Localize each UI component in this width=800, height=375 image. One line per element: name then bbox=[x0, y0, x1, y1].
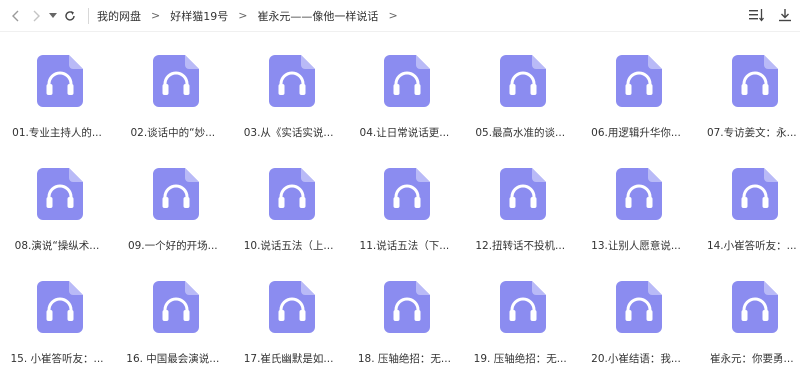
audio-file-icon bbox=[384, 281, 431, 333]
file-item[interactable]: 17.崔氏幽默是如... bbox=[237, 267, 341, 375]
file-item[interactable]: 18. 压轴绝招：无... bbox=[352, 267, 456, 375]
file-item[interactable]: 08.演说“操纵术... bbox=[5, 154, 109, 262]
file-item[interactable]: 12.扭转话不投机... bbox=[468, 154, 572, 262]
audio-file-icon bbox=[152, 55, 199, 107]
audio-file-icon bbox=[731, 281, 778, 333]
file-item[interactable]: 05.最高水准的谈... bbox=[468, 41, 572, 149]
download-button[interactable] bbox=[776, 6, 794, 24]
breadcrumb-separator: > bbox=[238, 9, 248, 22]
sort-icon bbox=[749, 9, 765, 22]
toolbar-divider bbox=[88, 7, 89, 24]
audio-file-icon bbox=[152, 168, 199, 220]
file-item[interactable]: 06.用逻辑升华你... bbox=[584, 41, 688, 149]
history-dropdown-button[interactable] bbox=[46, 6, 60, 26]
breadcrumb-separator: > bbox=[388, 9, 398, 22]
file-name: 13.让别人愿意说... bbox=[591, 240, 681, 252]
file-item[interactable]: 崔永元：你要勇... bbox=[700, 267, 800, 375]
audio-file-icon bbox=[731, 168, 778, 220]
audio-file-icon bbox=[616, 281, 662, 333]
file-grid: 01.专业主持人的... 02.谈话中的“妙... 03.从《实话实说... 04.让… bbox=[0, 36, 800, 367]
toolbar: 我的网盘 > 好样猫19号 > 崔永元——像他一样说话 > bbox=[0, 0, 800, 32]
download-icon bbox=[779, 9, 791, 22]
audio-file-icon bbox=[616, 55, 662, 107]
file-name: 12.扭转话不投机... bbox=[475, 240, 566, 252]
audio-file-icon bbox=[37, 55, 83, 107]
audio-file-icon bbox=[37, 168, 83, 220]
file-item[interactable]: 04.让日常说话更... bbox=[352, 41, 456, 149]
file-item[interactable]: 14.小崔答听友：... bbox=[700, 154, 800, 262]
audio-file-icon bbox=[268, 168, 315, 220]
file-name: 07.专访姜文：永... bbox=[706, 127, 797, 139]
file-name: 20.小崔结语：我... bbox=[591, 353, 681, 365]
chevron-right-icon bbox=[33, 10, 40, 21]
breadcrumb: 我的网盘 > 好样猫19号 > 崔永元——像他一样说话 > bbox=[95, 8, 406, 24]
file-name: 03.从《实话实说... bbox=[243, 127, 334, 139]
audio-file-icon bbox=[152, 281, 199, 333]
file-item[interactable]: 16. 中国最会演说... bbox=[121, 267, 225, 375]
refresh-button[interactable] bbox=[60, 6, 80, 26]
file-name: 01.专业主持人的... bbox=[12, 127, 102, 139]
audio-file-icon bbox=[384, 55, 431, 107]
audio-file-icon bbox=[500, 55, 547, 107]
file-name: 11.说话五法（下... bbox=[359, 240, 450, 252]
chevron-left-icon bbox=[12, 10, 19, 21]
file-item[interactable]: 09.一个好的开场... bbox=[121, 154, 225, 262]
audio-file-icon bbox=[500, 168, 547, 220]
audio-file-icon bbox=[500, 281, 547, 333]
audio-file-icon bbox=[37, 281, 83, 333]
file-item[interactable]: 11.说话五法（下... bbox=[352, 154, 456, 262]
sort-button[interactable] bbox=[748, 6, 766, 24]
file-name: 04.让日常说话更... bbox=[359, 127, 450, 139]
file-name: 05.最高水准的谈... bbox=[475, 127, 566, 139]
file-name: 06.用逻辑升华你... bbox=[591, 127, 681, 139]
audio-file-icon bbox=[731, 55, 778, 107]
file-name: 02.谈话中的“妙... bbox=[130, 127, 216, 139]
file-item[interactable]: 10.说话五法（上... bbox=[237, 154, 341, 262]
file-name: 18. 压轴绝招：无... bbox=[357, 353, 451, 365]
file-name: 19. 压轴绝招：无... bbox=[473, 353, 567, 365]
breadcrumb-item[interactable]: 好样猫19号 bbox=[168, 8, 230, 24]
audio-file-icon bbox=[616, 168, 662, 220]
file-name: 16. 中国最会演说... bbox=[126, 353, 220, 365]
file-name: 08.演说“操纵术... bbox=[14, 240, 100, 252]
file-name: 14.小崔答听友：... bbox=[706, 240, 797, 252]
file-name: 09.一个好的开场... bbox=[127, 240, 218, 252]
audio-file-icon bbox=[268, 55, 315, 107]
audio-file-icon bbox=[384, 168, 431, 220]
breadcrumb-item[interactable]: 我的网盘 bbox=[95, 8, 143, 24]
caret-down-icon bbox=[49, 12, 57, 18]
back-button[interactable] bbox=[6, 6, 26, 26]
file-item[interactable]: 07.专访姜文：永... bbox=[700, 41, 800, 149]
file-item[interactable]: 19. 压轴绝招：无... bbox=[468, 267, 572, 375]
file-item[interactable]: 13.让别人愿意说... bbox=[584, 154, 688, 262]
view-tools bbox=[748, 6, 794, 24]
file-name: 17.崔氏幽默是如... bbox=[243, 353, 334, 365]
breadcrumb-item[interactable]: 崔永元——像他一样说话 bbox=[255, 8, 380, 24]
file-name: 15. 小崔答听友：... bbox=[10, 353, 104, 365]
file-item[interactable]: 01.专业主持人的... bbox=[5, 41, 109, 149]
audio-file-icon bbox=[268, 281, 315, 333]
file-item[interactable]: 20.小崔结语：我... bbox=[584, 267, 688, 375]
file-item[interactable]: 15. 小崔答听友：... bbox=[5, 267, 109, 375]
forward-button[interactable] bbox=[26, 6, 46, 26]
file-item[interactable]: 02.谈话中的“妙... bbox=[121, 41, 225, 149]
file-name: 崔永元：你要勇... bbox=[710, 353, 794, 365]
file-name: 10.说话五法（上... bbox=[243, 240, 334, 252]
breadcrumb-separator: > bbox=[151, 9, 161, 22]
refresh-icon bbox=[65, 10, 75, 21]
file-item[interactable]: 03.从《实话实说... bbox=[237, 41, 341, 149]
